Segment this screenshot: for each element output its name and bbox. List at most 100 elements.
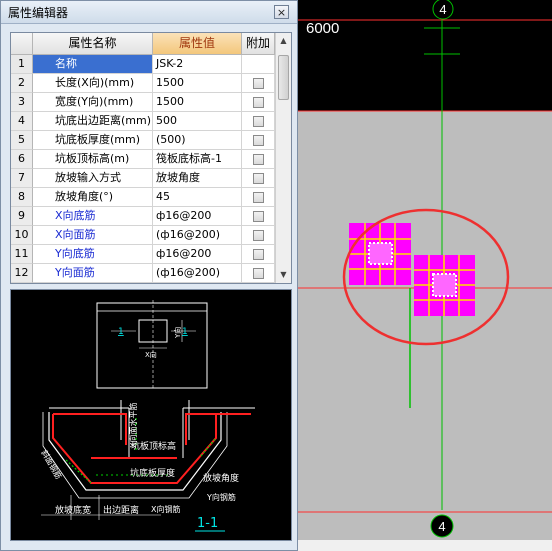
- property-row[interactable]: 1 名称 JSK-2: [11, 55, 275, 74]
- property-value[interactable]: (ф16@200): [153, 226, 242, 245]
- extra-checkbox[interactable]: [253, 268, 264, 279]
- index-column-header: [11, 33, 33, 55]
- extra-cell: [242, 245, 275, 264]
- row-index: 11: [11, 245, 33, 264]
- property-row[interactable]: 5 坑底板厚度(mm) (500): [11, 131, 275, 150]
- vertical-scrollbar[interactable]: ▲ ▼: [275, 33, 291, 283]
- x-rebar-label: X向钢筋: [151, 504, 180, 514]
- pit-foundation-1[interactable]: [349, 223, 411, 285]
- property-row[interactable]: 9 X向底筋 ф16@200: [11, 207, 275, 226]
- property-name: 长度(X向)(mm): [33, 74, 153, 93]
- y-rebar-label: Y向钢筋: [206, 492, 236, 502]
- property-name: 坑底板厚度(mm): [33, 131, 153, 150]
- extra-cell: [242, 150, 275, 169]
- property-grid: 属性名称 属性值 附加 1 名称 JSK-2 2 长度(X向)(mm) 1500 3 宽度(Y…: [10, 32, 292, 284]
- close-button[interactable]: ×: [274, 5, 289, 19]
- foundation-slab: [298, 111, 552, 540]
- row-index: 5: [11, 131, 33, 150]
- property-name: 名称: [33, 55, 153, 74]
- extra-checkbox[interactable]: [253, 78, 264, 89]
- property-value[interactable]: (500): [153, 131, 242, 150]
- property-row[interactable]: 6 坑板顶标高(m) 筏板底标高-1: [11, 150, 275, 169]
- thickness-label: 坑底板厚度: [130, 467, 175, 479]
- value-column-header[interactable]: 属性值: [153, 33, 242, 55]
- extra-checkbox[interactable]: [253, 135, 264, 146]
- property-value[interactable]: 筏板底标高-1: [153, 150, 242, 169]
- extra-checkbox[interactable]: [253, 97, 264, 108]
- slope-rebar-label: 斜面钢筋: [39, 448, 64, 481]
- property-name: 坑底出边距离(mm): [33, 112, 153, 131]
- property-value[interactable]: 1500: [153, 74, 242, 93]
- row-index: 8: [11, 188, 33, 207]
- extra-cell: [242, 169, 275, 188]
- extra-cell: [242, 131, 275, 150]
- extra-cell: [242, 112, 275, 131]
- extra-checkbox[interactable]: [253, 173, 264, 184]
- property-value[interactable]: 500: [153, 112, 242, 131]
- property-row[interactable]: 7 放坡输入方式 放坡角度: [11, 169, 275, 188]
- extra-cell: [242, 226, 275, 245]
- property-value[interactable]: ф16@200: [153, 245, 242, 264]
- property-name: X向底筋: [33, 207, 153, 226]
- extra-checkbox[interactable]: [253, 154, 264, 165]
- y-dir-label: Y向: [173, 327, 182, 339]
- property-row[interactable]: 2 长度(X向)(mm) 1500: [11, 74, 275, 93]
- property-row[interactable]: 8 放坡角度(°) 45: [11, 188, 275, 207]
- row-index: 6: [11, 150, 33, 169]
- row-index: 10: [11, 226, 33, 245]
- property-value[interactable]: (ф16@200): [153, 264, 242, 283]
- scroll-thumb[interactable]: [278, 55, 289, 100]
- extra-cell: [242, 188, 275, 207]
- row-index: 2: [11, 74, 33, 93]
- extra-checkbox[interactable]: [253, 211, 264, 222]
- extra-cell: [242, 207, 275, 226]
- top-elevation-label: 坑板顶标高: [131, 440, 176, 452]
- property-name: Y向面筋: [33, 264, 153, 283]
- plan-tag-right: 1: [182, 327, 188, 337]
- property-row[interactable]: 11 Y向底筋 ф16@200: [11, 245, 275, 264]
- extra-column-header[interactable]: 附加: [242, 33, 275, 55]
- section-label: 1-1: [197, 516, 218, 531]
- extra-cell: [242, 264, 275, 283]
- plan-tag-left: 1: [118, 327, 124, 337]
- extra-checkbox[interactable]: [253, 230, 264, 241]
- extra-cell: [242, 55, 275, 74]
- edge-distance-label: 出边距离: [103, 504, 139, 516]
- property-name: X向面筋: [33, 226, 153, 245]
- property-value[interactable]: ф16@200: [153, 207, 242, 226]
- property-value[interactable]: 放坡角度: [153, 169, 242, 188]
- extra-checkbox[interactable]: [253, 116, 264, 127]
- extra-cell: [242, 74, 275, 93]
- extra-cell: [242, 93, 275, 112]
- property-value[interactable]: JSK-2: [153, 55, 242, 74]
- diagram-preview: 1 1 Y向 X向 X向面水平筋 坑板顶标高 坑底板厚度 放坡角度 斜面钢筋 Y…: [10, 289, 292, 541]
- property-name: 坑板顶标高(m): [33, 150, 153, 169]
- pit-foundation-2[interactable]: [414, 255, 475, 316]
- property-value[interactable]: 1500: [153, 93, 242, 112]
- property-row[interactable]: 4 坑底出边距离(mm) 500: [11, 112, 275, 131]
- property-name: 宽度(Y向)(mm): [33, 93, 153, 112]
- row-index: 1: [11, 55, 33, 74]
- name-column-header[interactable]: 属性名称: [33, 33, 153, 55]
- scroll-up-icon[interactable]: ▲: [276, 33, 291, 49]
- extra-checkbox[interactable]: [253, 249, 264, 260]
- x-dir-label: X向: [145, 350, 157, 359]
- panel-title-bar[interactable]: 属性编辑器 ×: [1, 1, 297, 24]
- property-row[interactable]: 3 宽度(Y向)(mm) 1500: [11, 93, 275, 112]
- dimension-label: 6000: [306, 20, 339, 37]
- scroll-down-icon[interactable]: ▼: [276, 267, 291, 283]
- panel-title: 属性编辑器: [8, 6, 69, 20]
- row-index: 4: [11, 112, 33, 131]
- axis-label-bottom: 4: [438, 519, 445, 534]
- row-index: 12: [11, 264, 33, 283]
- property-editor-panel: 属性编辑器 × 属性名称 属性值 附加 1 名称 JSK-2 2 长度(X向)(mm) 1…: [0, 0, 298, 551]
- row-index: 3: [11, 93, 33, 112]
- extra-checkbox[interactable]: [253, 192, 264, 203]
- slope-angle-label: 放坡角度: [203, 472, 239, 484]
- status-bar: [298, 540, 552, 551]
- property-row[interactable]: 10 X向面筋 (ф16@200): [11, 226, 275, 245]
- row-index: 7: [11, 169, 33, 188]
- property-name: 放坡角度(°): [33, 188, 153, 207]
- property-value[interactable]: 45: [153, 188, 242, 207]
- property-row[interactable]: 12 Y向面筋 (ф16@200): [11, 264, 275, 283]
